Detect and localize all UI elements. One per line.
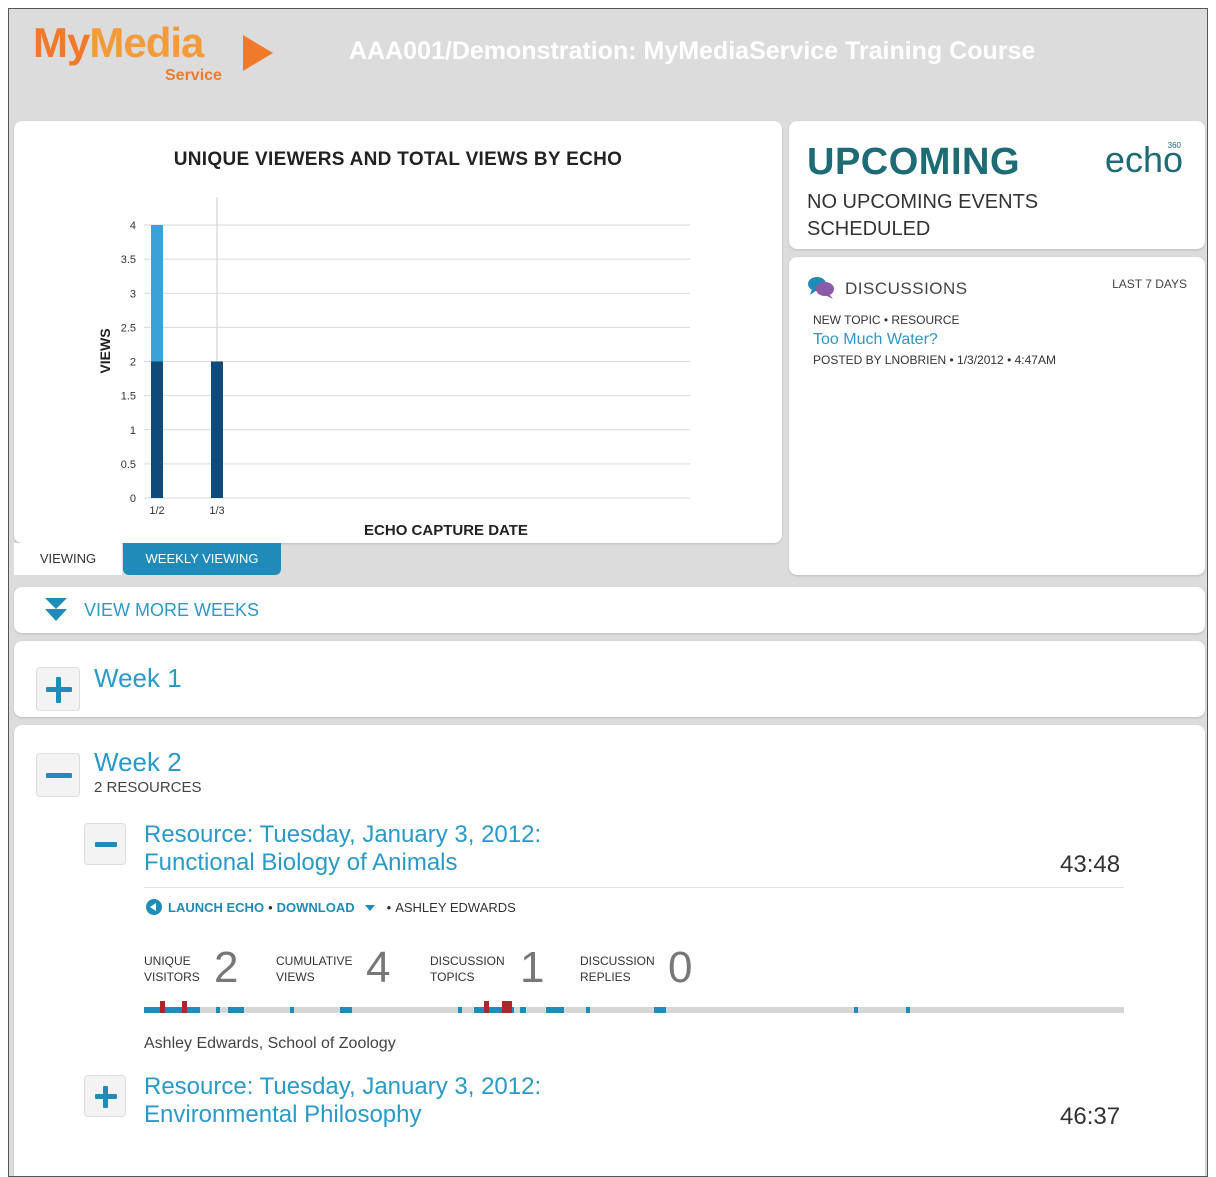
stat-discussion-topics-value: 1	[520, 943, 545, 992]
double-chevron-down-icon	[45, 598, 67, 621]
timeline-discussion-marker[interactable]	[484, 1001, 489, 1013]
view-more-weeks-bar[interactable]: VIEW MORE WEEKS	[14, 587, 1205, 633]
discussion-posted: POSTED BY LNOBRIEN • 1/3/2012 • 4:47AM	[813, 353, 1056, 367]
view-more-weeks-label[interactable]: VIEW MORE WEEKS	[84, 600, 259, 621]
timeline-discussion-marker[interactable]	[160, 1001, 165, 1013]
resource-2-title-line1[interactable]: Resource: Tuesday, January 3, 2012:	[144, 1073, 541, 1101]
echo360-logo: echo 360	[1105, 139, 1183, 181]
resource-2-title[interactable]: Resource: Tuesday, January 3, 2012: Envi…	[144, 1073, 541, 1129]
chart-bar	[151, 225, 163, 362]
timeline-segment	[144, 1007, 200, 1013]
minus-icon	[46, 773, 72, 778]
week-1-title[interactable]: Week 1	[94, 663, 182, 694]
timeline-segment	[546, 1007, 564, 1013]
discussion-bubbles-icon	[808, 277, 834, 299]
resource-1-divider	[144, 887, 1124, 888]
week-1-card: Week 1	[14, 641, 1205, 717]
download-dropdown-icon[interactable]	[364, 905, 375, 911]
stat-discussion-topics-label: DISCUSSION TOPICS	[430, 954, 505, 984]
resource-1-title-line1[interactable]: Resource: Tuesday, January 3, 2012:	[144, 821, 541, 849]
resource-1-presenter: ASHLEY EDWARDS	[395, 900, 516, 915]
discussions-panel: DISCUSSIONS LAST 7 DAYS NEW TOPIC • RESO…	[789, 257, 1205, 575]
launch-echo-icon[interactable]	[146, 899, 162, 915]
logo-text-service: Service	[165, 67, 222, 84]
x-tick-label: 1/2	[149, 505, 164, 517]
stat-cumulative-views-value: 4	[366, 943, 391, 992]
y-tick-label: 1.5	[121, 391, 136, 403]
chart-bar	[211, 361, 223, 498]
resource-1-actions: LAUNCH ECHO • DOWNLOAD • ASHLEY EDWARDS	[146, 899, 516, 915]
stat-unique-visitors-value: 2	[214, 943, 239, 992]
app-frame: MyMedia Service AAA001/Demonstration: My…	[8, 8, 1208, 1177]
y-tick-label: 3	[130, 288, 136, 300]
resource-2-duration: 46:37	[1060, 1103, 1121, 1130]
tab-viewing[interactable]: VIEWING	[14, 543, 122, 575]
x-tick-label: 1/3	[209, 505, 224, 517]
expand-week-1-button[interactable]	[36, 667, 80, 711]
timeline-segment	[854, 1007, 858, 1013]
discussion-topic-link[interactable]: Too Much Water?	[813, 331, 938, 349]
discussions-range: LAST 7 DAYS	[1112, 277, 1187, 291]
upcoming-text: NO UPCOMING EVENTS SCHEDULED	[807, 191, 1039, 240]
timeline-discussion-marker[interactable]	[502, 1001, 512, 1013]
stat-discussion-replies-value: 0	[668, 943, 693, 992]
stat-unique-visitors-label: UNIQUE VISITORS	[144, 954, 200, 984]
resource-1-author: Ashley Edwards, School of Zoology	[144, 1035, 396, 1052]
collapse-resource-1-button[interactable]	[84, 823, 126, 865]
timeline-discussion-marker[interactable]	[182, 1001, 187, 1013]
expand-resource-2-button[interactable]	[84, 1075, 126, 1117]
stat-discussion-replies-label: DISCUSSION REPLIES	[580, 954, 655, 984]
mymedia-logo[interactable]: MyMedia Service	[33, 19, 273, 91]
timeline-segment	[458, 1007, 462, 1013]
chart-bar	[151, 361, 163, 498]
resource-1-title-line2[interactable]: Functional Biology of Animals	[144, 849, 541, 877]
resource-2-title-line2[interactable]: Environmental Philosophy	[144, 1101, 541, 1129]
collapse-week-2-button[interactable]	[36, 753, 80, 797]
timeline-segment	[654, 1007, 666, 1013]
timeline-segment	[340, 1007, 352, 1013]
views-chart: 0 0.5 1 1.5 2 2.5 3 3.5 4 1/2 1/3 VIEWS ECHO CAPTURE…	[97, 197, 690, 539]
timeline-segment	[520, 1007, 526, 1013]
viewing-timeline[interactable]	[144, 1001, 1124, 1013]
logo-text-my: My	[33, 19, 90, 66]
echo-logo-sup: 360	[1167, 141, 1181, 150]
upcoming-panel: UPCOMING NO UPCOMING EVENTS SCHEDULED ec…	[789, 121, 1205, 249]
x-axis-label: ECHO CAPTURE DATE	[364, 522, 528, 539]
discussions-title: DISCUSSIONS	[845, 279, 968, 298]
tab-weekly-viewing[interactable]: WEEKLY VIEWING	[123, 543, 281, 575]
y-tick-label: 3.5	[121, 254, 136, 266]
y-tick-label: 4	[130, 220, 136, 232]
y-tick-label: 1	[130, 425, 136, 437]
y-tick-label: 0	[130, 493, 136, 505]
discussion-meta: NEW TOPIC • RESOURCE	[813, 313, 960, 327]
logo-text-media: Media	[89, 19, 204, 66]
download-link[interactable]: DOWNLOAD	[277, 900, 355, 915]
minus-icon	[95, 842, 117, 847]
y-tick-label: 2	[130, 357, 136, 369]
launch-echo-link[interactable]: LAUNCH ECHO	[168, 900, 264, 915]
chart-panel: UNIQUE VIEWERS AND TOTAL VIEWS BY ECHO 0…	[14, 121, 782, 543]
week-2-resource-count: 2 RESOURCES	[94, 779, 202, 796]
timeline-segment	[906, 1007, 910, 1013]
timeline-segment	[216, 1007, 220, 1013]
timeline-segment	[290, 1007, 294, 1013]
timeline-segment	[586, 1007, 590, 1013]
resource-1-title[interactable]: Resource: Tuesday, January 3, 2012: Func…	[144, 821, 541, 877]
timeline-segment	[228, 1007, 244, 1013]
course-title: AAA001/Demonstration: MyMediaService Tra…	[349, 37, 1036, 65]
week-2-card: Week 2 2 RESOURCES Resource: Tuesday, Ja…	[14, 725, 1205, 1176]
header: MyMedia Service AAA001/Demonstration: My…	[9, 9, 1207, 119]
resource-1-duration: 43:48	[1060, 851, 1121, 878]
stat-cumulative-views-label: CUMULATIVE VIEWS	[276, 954, 353, 984]
week-2-title[interactable]: Week 2	[94, 747, 182, 778]
upcoming-title: UPCOMING	[807, 141, 1020, 183]
play-logo-icon	[243, 35, 273, 71]
y-tick-label: 0.5	[121, 459, 136, 471]
y-axis-label: VIEWS	[97, 328, 113, 373]
y-tick-label: 2.5	[121, 322, 136, 334]
